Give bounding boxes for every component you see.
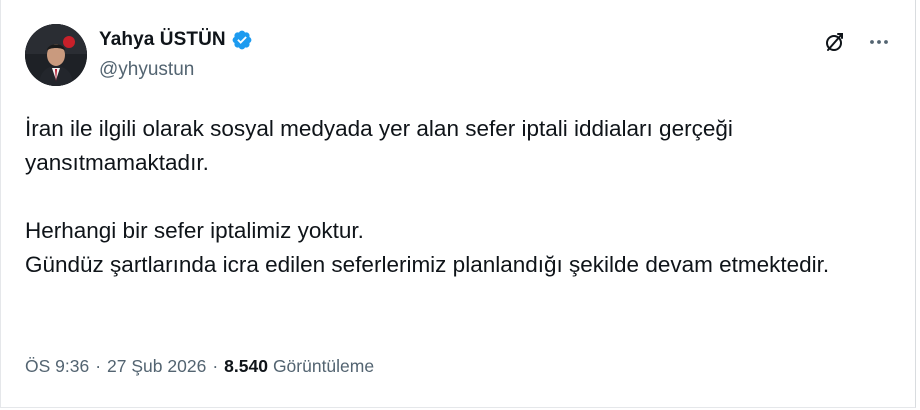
- avatar-photo: [25, 24, 87, 86]
- tweet-paragraph: İran ile ilgili olarak sosyal medyada ye…: [25, 116, 733, 175]
- views-label: Görüntüleme: [272, 356, 375, 376]
- more-icon[interactable]: [867, 30, 891, 54]
- author-name-row[interactable]: Yahya ÜSTÜN: [99, 27, 253, 53]
- tweet-card: Yahya ÜSTÜN @yhyustun İran ile ilgili ol…: [0, 0, 916, 408]
- tweet-text: İran ile ilgili olarak sosyal medyada ye…: [25, 112, 885, 282]
- author-handle[interactable]: @yhyustun: [99, 59, 194, 81]
- views-count: 8.540: [224, 356, 268, 376]
- avatar[interactable]: [25, 24, 87, 86]
- verified-badge-icon: [231, 29, 253, 51]
- meta-separator: ·: [95, 356, 102, 376]
- grok-icon[interactable]: [823, 30, 847, 54]
- tweet-paragraph: Gündüz şartlarında icra edilen seferleri…: [25, 252, 830, 277]
- meta-separator: ·: [212, 356, 219, 376]
- tweet-date-link[interactable]: 27 Şub 2026: [107, 356, 206, 377]
- tweet-header-actions: [823, 30, 891, 54]
- tweet-paragraph: Herhangi bir sefer iptalimiz yoktur.: [25, 218, 364, 243]
- tweet-meta: ÖS 9:36 · 27 Şub 2026 · 8.540 Görüntülem…: [25, 356, 374, 377]
- author-display-name[interactable]: Yahya ÜSTÜN: [99, 29, 226, 51]
- tweet-time-link[interactable]: ÖS 9:36: [25, 356, 89, 377]
